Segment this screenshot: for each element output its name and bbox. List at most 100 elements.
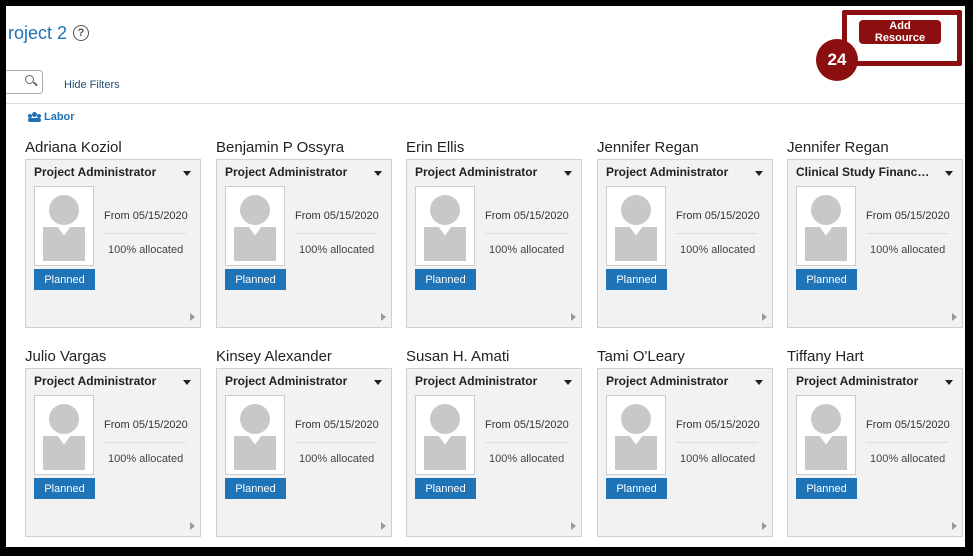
add-resource-button[interactable]: Add Resource xyxy=(859,20,941,44)
chevron-down-icon[interactable] xyxy=(945,171,953,176)
labor-section-header[interactable]: Labor xyxy=(28,111,75,123)
expand-arrow-icon[interactable] xyxy=(952,522,957,530)
allocation-text: 100% allocated xyxy=(870,453,946,465)
chevron-down-icon[interactable] xyxy=(374,171,382,176)
resource-card[interactable]: Project Administrator From 05/15/2020 100%… xyxy=(216,159,392,328)
allocation-text: 100% allocated xyxy=(489,244,565,256)
divider xyxy=(676,233,758,234)
allocation-text: 100% allocated xyxy=(680,453,756,465)
allocation-text: 100% allocated xyxy=(870,244,946,256)
status-badge[interactable]: Planned xyxy=(225,269,286,290)
expand-arrow-icon[interactable] xyxy=(571,313,576,321)
chevron-down-icon[interactable] xyxy=(755,171,763,176)
divider xyxy=(295,442,377,443)
resource-name[interactable]: Jennifer Regan xyxy=(787,139,889,156)
divider xyxy=(485,442,567,443)
allocation-text: 100% allocated xyxy=(299,244,375,256)
resource-card[interactable]: Project Administrator From 05/15/2020 100%… xyxy=(216,368,392,537)
from-date: From 05/15/2020 xyxy=(485,210,569,222)
resource-card[interactable]: Project Administrator From 05/15/2020 100%… xyxy=(406,159,582,328)
hide-filters-link[interactable]: Hide Filters xyxy=(64,79,120,91)
expand-arrow-icon[interactable] xyxy=(381,313,386,321)
from-date: From 05/15/2020 xyxy=(295,210,379,222)
resource-name[interactable]: Susan H. Amati xyxy=(406,348,509,365)
expand-arrow-icon[interactable] xyxy=(190,522,195,530)
page-title: roject 2 xyxy=(8,22,68,43)
chevron-down-icon[interactable] xyxy=(564,380,572,385)
role-label: Clinical Study Finance ... xyxy=(796,165,936,179)
avatar xyxy=(796,186,856,266)
role-label: Project Administrator xyxy=(796,374,919,388)
resource-card[interactable]: Project Administrator From 05/15/2020 100%… xyxy=(597,368,773,537)
status-badge[interactable]: Planned xyxy=(606,478,667,499)
divider xyxy=(485,233,567,234)
role-label: Project Administrator xyxy=(415,374,538,388)
status-badge[interactable]: Planned xyxy=(796,269,857,290)
avatar xyxy=(606,186,666,266)
resource-name[interactable]: Tami O'Leary xyxy=(597,348,685,365)
role-label: Project Administrator xyxy=(34,374,157,388)
from-date: From 05/15/2020 xyxy=(676,210,760,222)
allocation-text: 100% allocated xyxy=(489,453,565,465)
divider xyxy=(866,442,948,443)
app-frame: roject 2 ? Add Resource 24 Hide Filters … xyxy=(4,4,967,549)
avatar xyxy=(34,186,94,266)
resource-name[interactable]: Tiffany Hart xyxy=(787,348,864,365)
divider xyxy=(866,233,948,234)
expand-arrow-icon[interactable] xyxy=(762,313,767,321)
resource-card[interactable]: Clinical Study Finance ... From 05/15/202… xyxy=(787,159,963,328)
role-label: Project Administrator xyxy=(225,374,348,388)
status-badge[interactable]: Planned xyxy=(225,478,286,499)
chevron-down-icon[interactable] xyxy=(755,380,763,385)
status-badge[interactable]: Planned xyxy=(415,269,476,290)
divider xyxy=(6,103,965,104)
resource-card[interactable]: Project Administrator From 05/15/2020 100%… xyxy=(406,368,582,537)
avatar xyxy=(225,186,285,266)
status-badge[interactable]: Planned xyxy=(34,269,95,290)
expand-arrow-icon[interactable] xyxy=(190,313,195,321)
expand-arrow-icon[interactable] xyxy=(571,522,576,530)
step-badge: 24 xyxy=(816,39,858,81)
expand-arrow-icon[interactable] xyxy=(381,522,386,530)
from-date: From 05/15/2020 xyxy=(866,419,950,431)
resource-name[interactable]: Erin Ellis xyxy=(406,139,464,156)
labor-label: Labor xyxy=(44,111,75,123)
from-date: From 05/15/2020 xyxy=(676,419,760,431)
allocation-text: 100% allocated xyxy=(299,453,375,465)
chevron-down-icon[interactable] xyxy=(183,380,191,385)
expand-arrow-icon[interactable] xyxy=(952,313,957,321)
status-badge[interactable]: Planned xyxy=(796,478,857,499)
expand-arrow-icon[interactable] xyxy=(762,522,767,530)
resource-card[interactable]: Project Administrator From 05/15/2020 100%… xyxy=(25,159,201,328)
chevron-down-icon[interactable] xyxy=(564,171,572,176)
divider xyxy=(104,442,186,443)
resource-card[interactable]: Project Administrator From 05/15/2020 100%… xyxy=(787,368,963,537)
from-date: From 05/15/2020 xyxy=(866,210,950,222)
role-label: Project Administrator xyxy=(606,374,729,388)
chevron-down-icon[interactable] xyxy=(945,380,953,385)
search-icon[interactable] xyxy=(25,75,34,84)
from-date: From 05/15/2020 xyxy=(295,419,379,431)
chevron-down-icon[interactable] xyxy=(374,380,382,385)
help-icon[interactable]: ? xyxy=(73,25,90,41)
resource-name[interactable]: Kinsey Alexander xyxy=(216,348,332,365)
resource-card[interactable]: Project Administrator From 05/15/2020 100%… xyxy=(25,368,201,537)
from-date: From 05/15/2020 xyxy=(104,419,188,431)
avatar xyxy=(415,186,475,266)
status-badge[interactable]: Planned xyxy=(606,269,667,290)
allocation-text: 100% allocated xyxy=(680,244,756,256)
divider xyxy=(676,442,758,443)
avatar xyxy=(415,395,475,475)
resource-name[interactable]: Benjamin P Ossyra xyxy=(216,139,344,156)
resource-name[interactable]: Jennifer Regan xyxy=(597,139,699,156)
avatar xyxy=(796,395,856,475)
chevron-down-icon[interactable] xyxy=(183,171,191,176)
search-input[interactable] xyxy=(6,70,43,94)
resource-name[interactable]: Julio Vargas xyxy=(25,348,106,365)
status-badge[interactable]: Planned xyxy=(34,478,95,499)
resource-name[interactable]: Adriana Koziol xyxy=(25,139,122,156)
avatar xyxy=(34,395,94,475)
resource-card[interactable]: Project Administrator From 05/15/2020 100%… xyxy=(597,159,773,328)
from-date: From 05/15/2020 xyxy=(485,419,569,431)
status-badge[interactable]: Planned xyxy=(415,478,476,499)
